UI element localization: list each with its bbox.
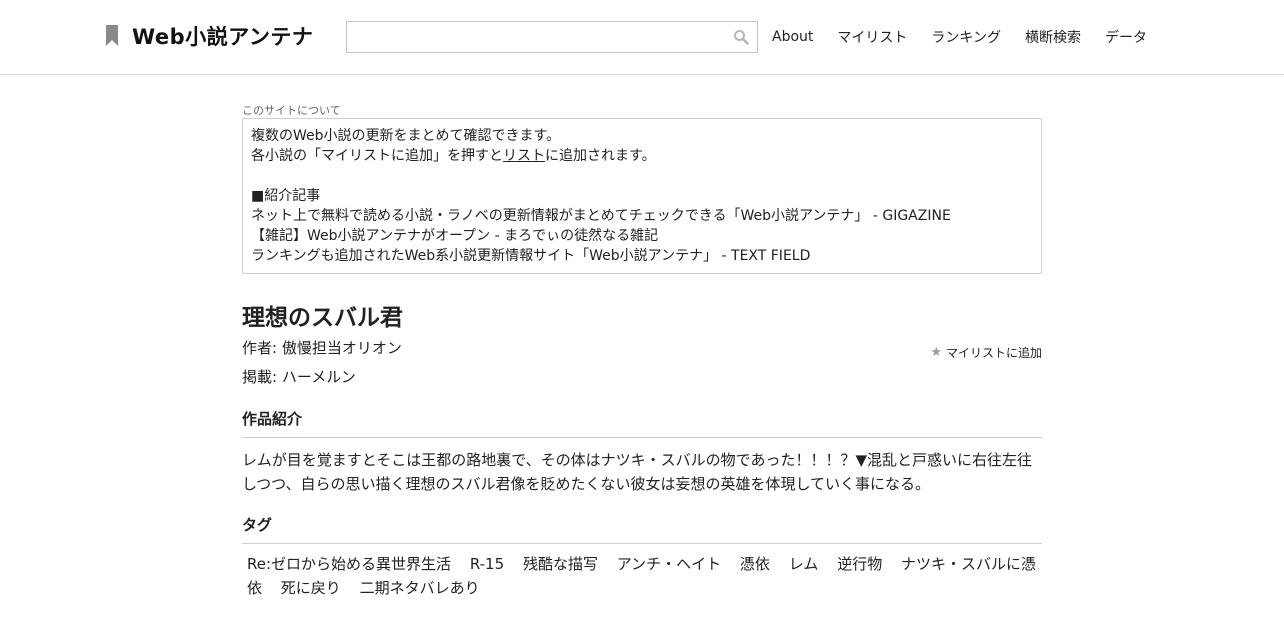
about-box: 複数のWeb小説の更新をまとめて確認できます。 各小説の「マイリストに追加」を押… xyxy=(242,118,1042,274)
novel-author: 作者: 傲慢担当オリオン xyxy=(242,339,402,357)
articles-heading: ■紹介記事 xyxy=(251,188,321,204)
tags-heading: タグ xyxy=(242,514,1042,544)
main-nav: About マイリスト ランキング 横断検索 データ xyxy=(760,25,1159,49)
tag-link[interactable]: Re:ゼロから始める異世界生活 xyxy=(247,555,451,573)
article-link-textfield[interactable]: ランキングも追加されたWeb系小説更新情報サイト「Web小説アンテナ」 - TE… xyxy=(251,246,1033,266)
tag-link[interactable]: 逆行物 xyxy=(837,555,882,573)
tag-link[interactable]: 二期ネタバレあり xyxy=(360,579,480,597)
article-link-gigazine[interactable]: ネット上で無料で読める小説・ラノベの更新情報がまとめてチェックできる「Web小説… xyxy=(251,206,1033,226)
bookmark-icon xyxy=(106,25,118,46)
search-box xyxy=(346,21,758,53)
about-line: 各小説の「マイリストに追加」を押すとリストに追加されます。 xyxy=(251,146,1033,166)
tag-link[interactable]: レム xyxy=(789,555,819,573)
intro-heading: 作品紹介 xyxy=(242,408,1042,438)
about-line-text: 各小説の「マイリストに追加」を押すと xyxy=(251,148,503,164)
search-button[interactable] xyxy=(731,27,751,47)
nav-about[interactable]: About xyxy=(772,29,813,45)
nav-data[interactable]: データ xyxy=(1105,27,1147,47)
logo-text: Web小説アンテナ xyxy=(132,25,314,49)
tag-link[interactable]: 憑依 xyxy=(740,555,770,573)
article-link-marody[interactable]: 【雑記】Web小説アンテナがオープン - まろでぃの徒然なる雑記 xyxy=(251,226,1033,246)
nav-ranking[interactable]: ランキング xyxy=(931,27,1001,47)
tag-link[interactable]: 死に戻り xyxy=(281,579,341,597)
tag-list: Re:ゼロから始める異世界生活 R-15 残酷な描写 アンチ・ヘイト 憑依 レム… xyxy=(242,552,1042,600)
about-line-text: に追加されます。 xyxy=(545,148,656,164)
nav-cross-search[interactable]: 横断検索 xyxy=(1025,27,1081,47)
mylist-link[interactable]: リスト xyxy=(503,148,545,164)
novel-title: 理想のスバル君 xyxy=(242,305,403,331)
about-line: 複数のWeb小説の更新をまとめて確認できます。 xyxy=(251,128,561,144)
tag-link[interactable]: R-15 xyxy=(470,555,504,573)
tag-link[interactable]: アンチ・ヘイト xyxy=(617,555,721,573)
site-logo[interactable]: Web小説アンテナ xyxy=(104,22,313,50)
intro-text: レムが目を覚ますとそこは王都の路地裏で、その体はナツキ・スバルの物であった！！！… xyxy=(242,451,1033,493)
main-content: このサイトについて 複数のWeb小説の更新をまとめて確認できます。 各小説の「マ… xyxy=(242,104,1042,600)
star-icon: ★ xyxy=(930,345,942,360)
add-to-mylist-label: マイリストに追加 xyxy=(945,346,1042,360)
novel-site: 掲載: ハーメルン xyxy=(242,368,356,386)
add-to-mylist-button[interactable]: ★ マイリストに追加 xyxy=(930,344,1042,361)
search-icon xyxy=(734,30,749,45)
about-caption: このサイトについて xyxy=(242,104,341,117)
site-header: Web小説アンテナ About マイリスト ランキング 横断検索 データ xyxy=(0,0,1284,75)
search-input[interactable] xyxy=(347,22,717,52)
tag-link[interactable]: 残酷な描写 xyxy=(523,555,598,573)
nav-mylist[interactable]: マイリスト xyxy=(837,27,907,47)
